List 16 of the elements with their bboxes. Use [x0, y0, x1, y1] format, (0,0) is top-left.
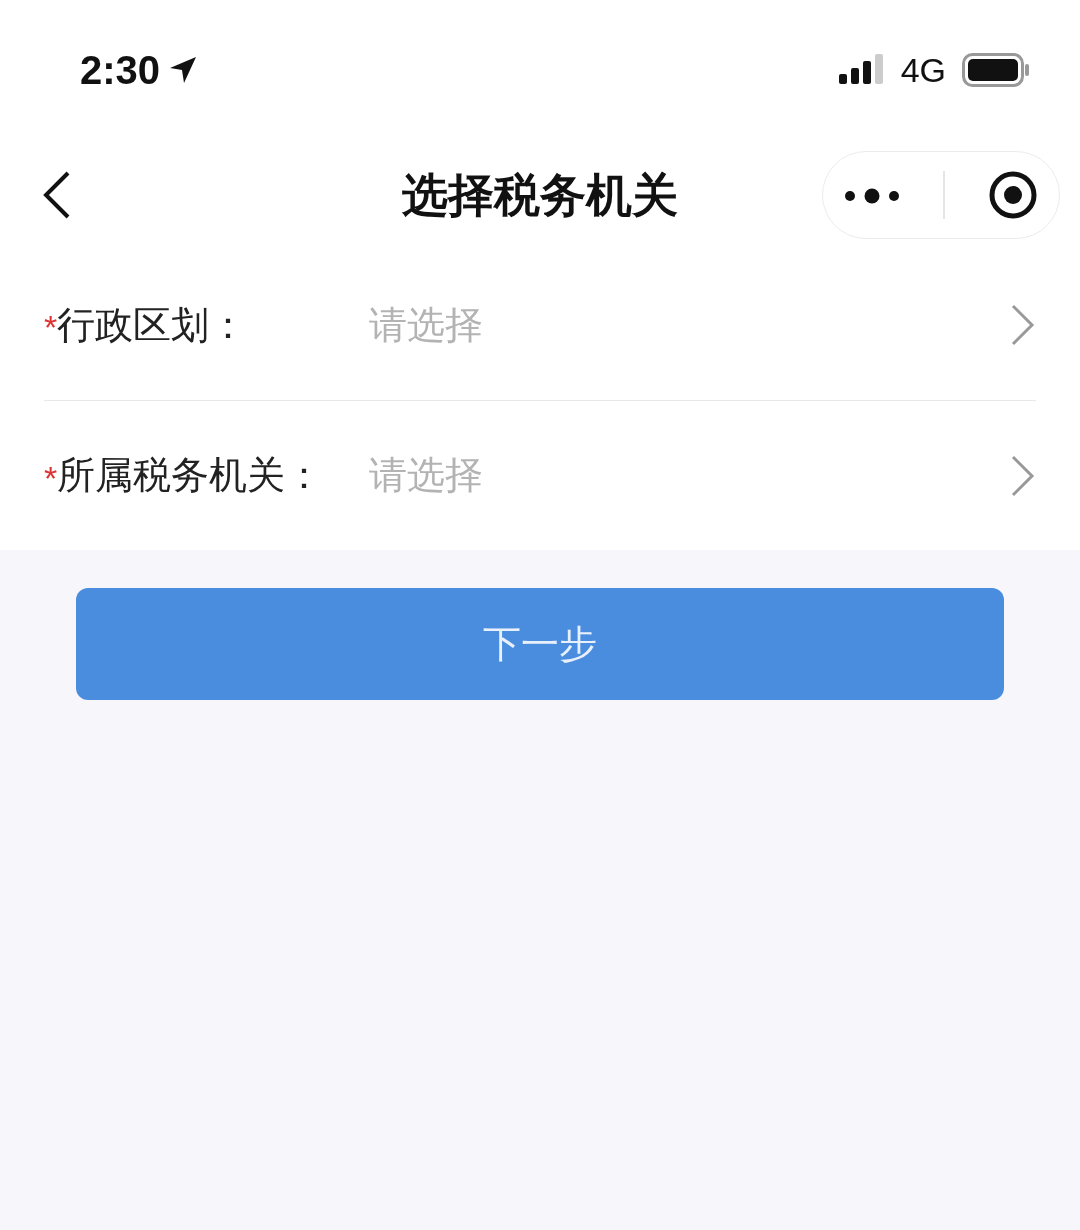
field-label: 所属税务机关：	[57, 453, 325, 498]
required-mark: *	[44, 307, 58, 348]
chevron-right-icon	[1010, 453, 1036, 498]
chevron-right-icon	[1010, 303, 1036, 347]
page-title: 选择税务机关	[402, 167, 678, 223]
close-button[interactable]	[987, 170, 1038, 220]
field-label: 行政区划：	[57, 302, 249, 348]
status-time: 2:30	[80, 47, 161, 94]
battery-icon	[962, 53, 1030, 87]
picker-field[interactable]: 请选择	[369, 296, 1010, 354]
location-arrow-icon	[168, 55, 199, 85]
required-mark: *	[44, 459, 58, 499]
next-button[interactable]: 下一步	[76, 588, 1004, 700]
network-label: 4G	[900, 49, 946, 91]
picker-field[interactable]: 请选择	[369, 447, 1010, 504]
signal-icon	[838, 54, 885, 86]
